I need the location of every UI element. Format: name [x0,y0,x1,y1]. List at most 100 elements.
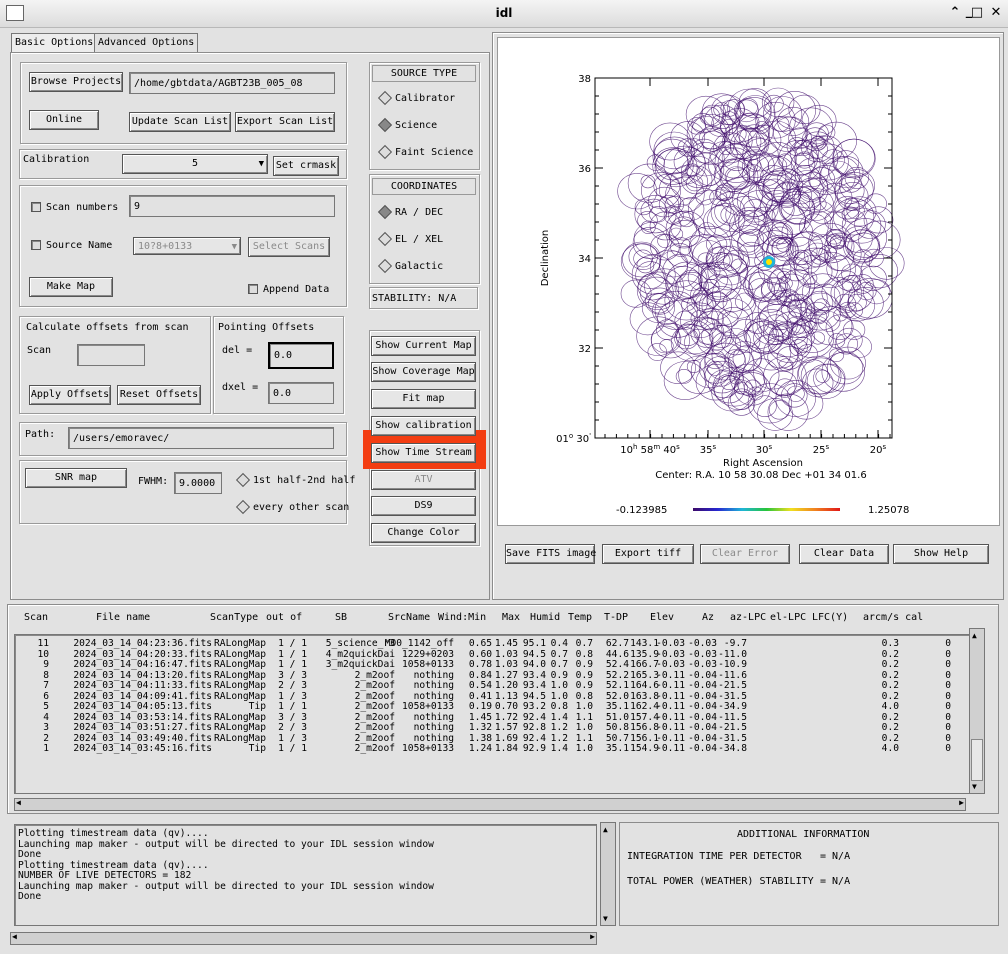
column-header[interactable]: SrcName [388,612,430,623]
scroll-left-icon[interactable]: ◀ [16,798,21,807]
source-type-radio[interactable]: Faint Science [377,144,473,160]
table-row[interactable]: 7 2024_03_14_04:11:33.fits RALongMap 2 / 3 2… [15,680,969,692]
show-help-button[interactable]: Show Help [893,544,989,564]
apply-offsets-button[interactable]: Apply Offsets [29,385,111,405]
scroll-up-icon[interactable]: ▲ [603,825,608,834]
table-horizontal-scrollbar[interactable]: ◀ ▶ [14,798,966,811]
table-cell: 1.84 [494,743,518,754]
column-header[interactable]: Temp [568,612,592,623]
coordinates-title: COORDINATES [372,178,476,195]
table-cell: 3 [43,722,49,733]
table-cell: 93.4 [522,680,546,691]
scan-numbers-checkbox[interactable]: Scan numbers [31,202,118,213]
atv-button[interactable]: ATV [371,470,476,490]
calibration-select[interactable]: 5 ▼ [122,154,268,174]
browse-projects-button[interactable]: Browse Projects [29,72,123,92]
log-horizontal-scrollbar[interactable]: ◀ ▶ [10,932,597,945]
column-header[interactable]: az-LPC [730,612,766,623]
show-current-map-button[interactable]: Show Current Map [371,336,476,356]
column-header[interactable]: Az [702,612,714,623]
show-time-stream-button[interactable]: Show Time Stream [371,443,476,463]
table-cell: 0.7 [575,638,593,649]
close-icon[interactable]: ✕ [987,5,1005,20]
project-path-field[interactable]: /home/gbtdata/AGBT23B_005_08 [129,72,335,94]
scan-table-header: Scan File name ScanType out of SB SrcName Wind… [0,612,1000,626]
snr-map-button[interactable]: SNR map [25,468,127,488]
scroll-right-icon[interactable]: ▶ [959,798,964,807]
column-header[interactable]: out of [266,612,302,623]
offset-scan-input[interactable] [77,344,145,366]
scroll-right-icon[interactable]: ▶ [590,932,595,941]
table-cell: 50.8 [605,722,629,733]
scan-loop [804,210,834,238]
del-input[interactable]: 0.0 [268,342,334,369]
every-other-radio[interactable]: every other scan [235,499,349,515]
show-calibration-button[interactable]: Show calibration [371,416,476,436]
calibration-label: Calibration [23,154,90,165]
column-header[interactable]: Scan [24,612,48,623]
column-header[interactable]: Elev [650,612,674,623]
column-header[interactable]: Wind:Min [438,612,486,623]
table-row[interactable]: 1 2024_03_14_03:45:16.fits Tip 1 / 1 2_m2oof… [15,743,969,755]
update-scan-list-button[interactable]: Update Scan List [129,112,231,132]
column-header[interactable]: File name [96,612,150,623]
column-header[interactable]: el-LPC [770,612,806,623]
table-cell: 0.65 [468,638,492,649]
scroll-down-icon[interactable]: ▼ [972,782,977,791]
column-header[interactable]: SB [335,612,347,623]
show-coverage-map-button[interactable]: Show Coverage Map [371,362,476,382]
scroll-thumb[interactable] [971,739,983,781]
reset-offsets-button[interactable]: Reset Offsets [117,385,201,405]
fit-map-button[interactable]: Fit map [371,389,476,409]
dxel-input[interactable]: 0.0 [268,382,334,404]
save-fits-image-button[interactable]: Save FITS image [505,544,596,564]
fwhm-input[interactable]: 9.0000 [174,472,222,494]
clear-error-button[interactable]: Clear Error [700,544,790,564]
log-output[interactable]: Plotting timestream data (qv).... Launch… [14,824,597,926]
online-button[interactable]: Online [29,110,99,130]
make-map-button[interactable]: Make Map [29,277,113,297]
append-data-checkbox[interactable]: Append Data [248,284,329,295]
column-header[interactable]: arcm/s cal [863,612,923,623]
column-header[interactable]: ScanType [210,612,258,623]
coordinate-radio[interactable]: EL / XEL [377,231,443,247]
tab-basic-options[interactable]: Basic Options [11,33,98,53]
log-vertical-scrollbar[interactable]: ▲ ▼ [600,822,616,926]
export-tiff-button[interactable]: Export tiff [602,544,694,564]
table-cell: 0.19 [468,701,492,712]
column-header[interactable]: T-DP [604,612,628,623]
scroll-left-icon[interactable]: ◀ [12,932,17,941]
source-name-checkbox[interactable]: Source Name [31,240,112,251]
scan-loop [781,217,814,247]
coordinate-radio[interactable]: RA / DEC [377,204,443,220]
change-color-button[interactable]: Change Color [371,523,476,543]
column-header[interactable]: Max [502,612,520,623]
table-row[interactable]: 5 2024_03_14_04:05:13.fits Tip 1 / 1 2_m2oof… [15,701,969,713]
ds9-button[interactable]: DS9 [371,496,476,516]
scan-loop [641,292,675,323]
maximize-icon[interactable]: □ [968,5,986,20]
table-row[interactable]: 9 2024_03_14_04:16:47.fits RALongMap 1 / 1 3… [15,659,969,671]
set-crmask-button[interactable]: Set crmask [273,156,339,176]
half-split-radio[interactable]: 1st half-2nd half [235,472,355,488]
calibration-value: 5 [191,158,199,169]
table-row[interactable]: 11 2024_03_14_04:23:36.fits RALongMap 1 / 1… [15,638,969,650]
coordinate-radio[interactable]: Galactic [377,258,443,274]
source-name-select[interactable]: 10?8+0133 ▼ [133,237,241,255]
column-header[interactable]: Humid [530,612,560,623]
export-scan-list-button[interactable]: Export Scan List [235,112,335,132]
tab-advanced-options[interactable]: Advanced Options [94,33,199,52]
table-row[interactable]: 3 2024_03_14_03:51:27.fits RALongMap 2 / 3 2… [15,722,969,734]
scroll-up-icon[interactable]: ▲ [972,631,977,640]
source-type-radio[interactable]: Calibrator [377,90,455,106]
scan-numbers-input[interactable]: 9 [129,195,335,217]
scroll-down-icon[interactable]: ▼ [603,914,608,923]
select-scans-button[interactable]: Select Scans [248,237,330,257]
source-peak-inner [766,259,772,265]
scan-table[interactable]: 11 2024_03_14_04:23:36.fits RALongMap 1 / 1… [14,634,970,794]
source-type-radio[interactable]: Science [377,117,437,133]
table-vertical-scrollbar[interactable]: ▲ ▼ [969,628,985,794]
path-input[interactable]: /users/emoravec/ [68,427,334,449]
column-header[interactable]: LFC(Y) [812,612,848,623]
clear-data-button[interactable]: Clear Data [799,544,889,564]
